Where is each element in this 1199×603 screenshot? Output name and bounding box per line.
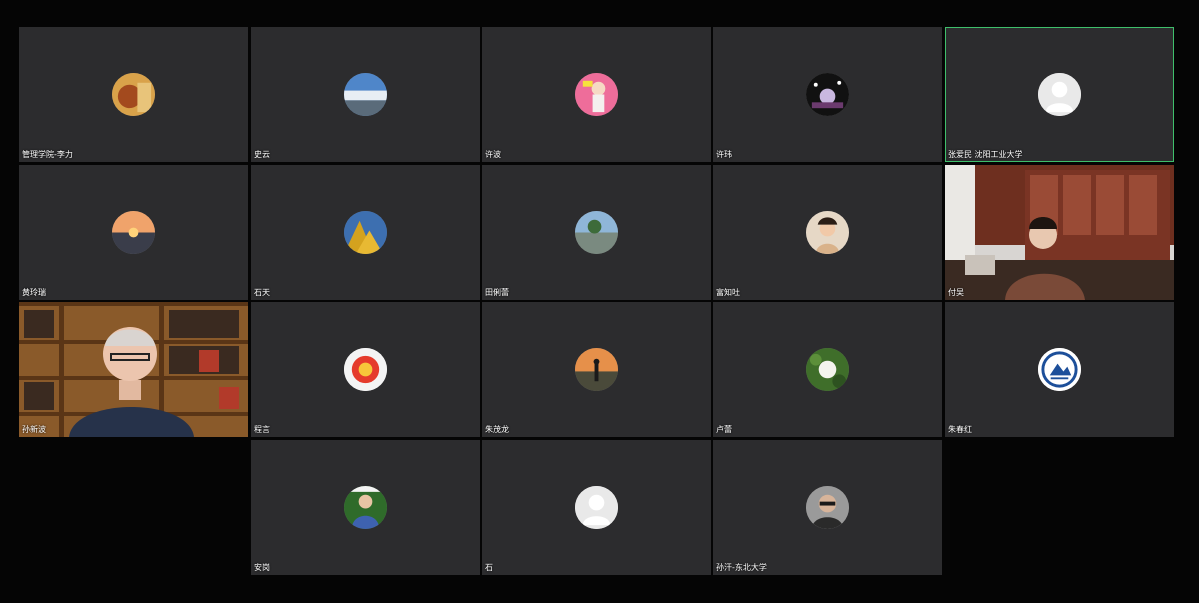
- participant-tile[interactable]: 安岗: [251, 440, 480, 575]
- participant-avatar: [343, 72, 387, 116]
- participant-name: 许波: [485, 150, 501, 159]
- participant-tile-active-speaker[interactable]: 张爱民 沈阳工业大学: [945, 27, 1174, 162]
- participant-name: 张爱民 沈阳工业大学: [948, 150, 1023, 159]
- participant-name: 许玮: [716, 150, 732, 159]
- participant-name: 程言: [254, 425, 270, 434]
- participant-tile[interactable]: 程言: [251, 302, 480, 437]
- participant-video[interactable]: 孙新波: [19, 302, 248, 437]
- participant-name: 史云: [254, 150, 270, 159]
- participant-avatar: [574, 72, 618, 116]
- university-logo-icon: [1037, 347, 1081, 391]
- participant-tile[interactable]: 孙汗-东北大学: [713, 440, 942, 575]
- default-user-icon: [1037, 72, 1081, 116]
- participant-avatar: [343, 347, 387, 391]
- participant-name: 田俐蕾: [485, 288, 509, 297]
- participant-name: 卢蕾: [716, 425, 732, 434]
- participant-tile[interactable]: 朱春红: [945, 302, 1174, 437]
- participant-tile[interactable]: 许玮: [713, 27, 942, 162]
- participant-tile[interactable]: 石: [482, 440, 711, 575]
- participant-avatar: [574, 347, 618, 391]
- participant-tile[interactable]: 朱茂龙: [482, 302, 711, 437]
- participant-name: 石: [485, 563, 493, 572]
- participant-tile[interactable]: 史云: [251, 27, 480, 162]
- default-user-icon: [574, 485, 618, 529]
- participant-name: 管理学院-李力: [22, 150, 73, 159]
- participant-tile[interactable]: 田俐蕾: [482, 165, 711, 300]
- participant-avatar: [343, 485, 387, 529]
- participant-tile[interactable]: 卢蕾: [713, 302, 942, 437]
- participant-tile[interactable]: 许波: [482, 27, 711, 162]
- participant-tile[interactable]: 管理学院-李力: [19, 27, 248, 162]
- participant-name: 石天: [254, 288, 270, 297]
- participant-name: 安岗: [254, 563, 270, 572]
- participant-name: 付吴: [948, 288, 964, 297]
- participant-tile[interactable]: 富知吐: [713, 165, 942, 300]
- participant-name: 朱春红: [948, 425, 972, 434]
- participant-avatar: [805, 485, 849, 529]
- participant-video[interactable]: 付吴: [945, 165, 1174, 300]
- participant-avatar: [805, 210, 849, 254]
- participant-avatar: [111, 210, 155, 254]
- participant-name: 黄玲瑞: [22, 288, 46, 297]
- participant-name: 朱茂龙: [485, 425, 509, 434]
- participant-avatar: [805, 72, 849, 116]
- participant-tile[interactable]: 黄玲瑞: [19, 165, 248, 300]
- participant-name: 富知吐: [716, 288, 740, 297]
- participant-tile[interactable]: 石天: [251, 165, 480, 300]
- participant-avatar: [111, 72, 155, 116]
- participant-avatar: [574, 210, 618, 254]
- participant-name: 孙新波: [22, 425, 46, 434]
- participant-name: 孙汗-东北大学: [716, 563, 767, 572]
- participant-avatar: [343, 210, 387, 254]
- participant-avatar: [805, 347, 849, 391]
